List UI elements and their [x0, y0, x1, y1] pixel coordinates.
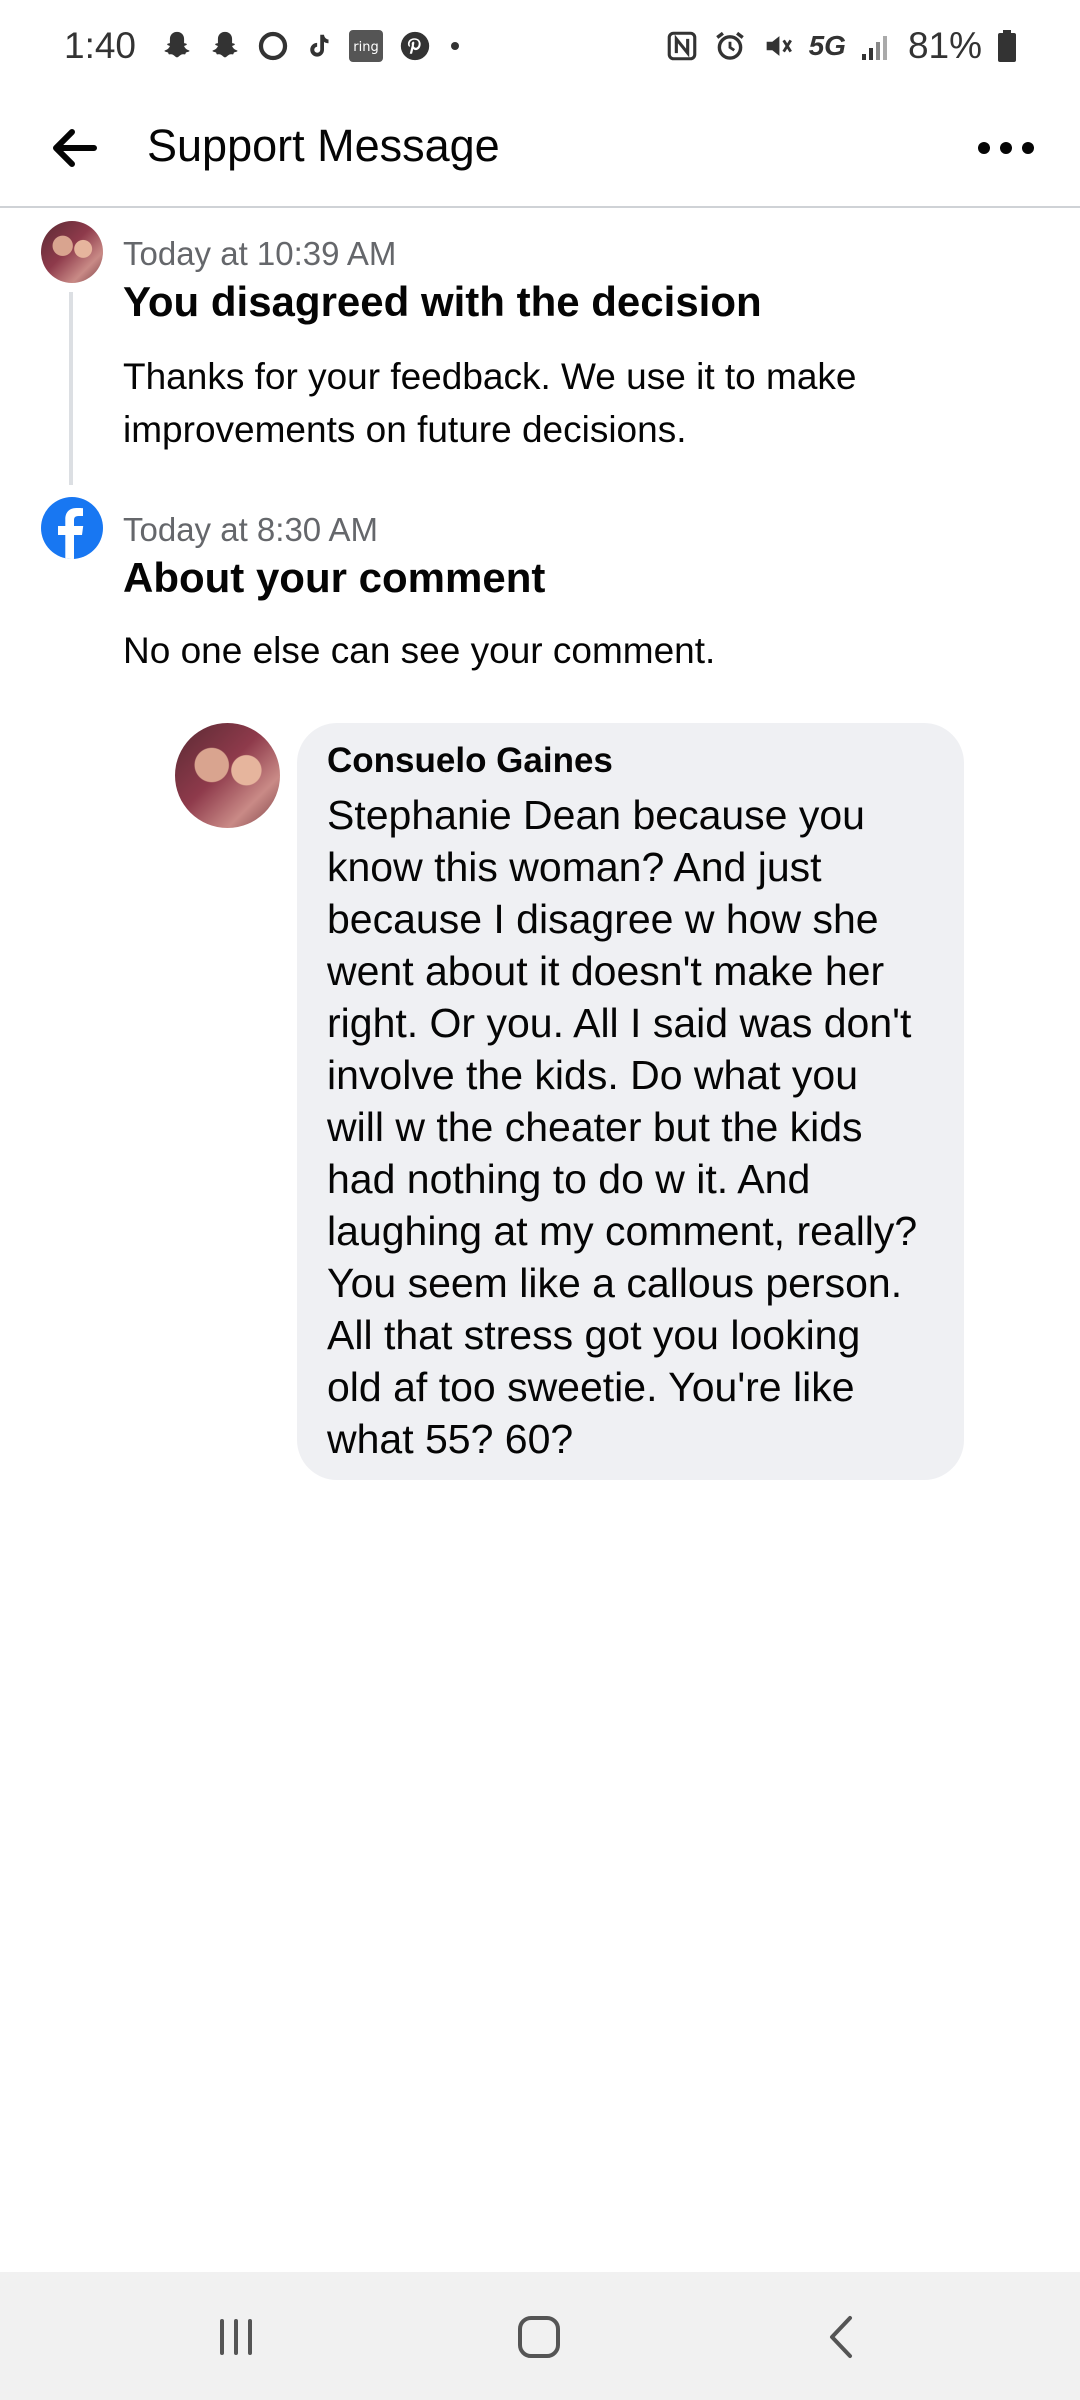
- mute-icon: [761, 29, 795, 63]
- more-dot-icon: [446, 37, 464, 55]
- snapchat-icon: [160, 29, 194, 63]
- home-icon: [518, 2316, 560, 2358]
- page-title: Support Message: [147, 120, 500, 171]
- user-avatar: [41, 221, 103, 283]
- message-timestamp: Today at 8:30 AM: [123, 511, 378, 548]
- message-heading: About your comment: [123, 554, 546, 601]
- pinterest-icon: [398, 29, 432, 63]
- back-arrow-icon: [53, 129, 97, 167]
- clock: 1:40: [64, 25, 137, 66]
- nfc-icon: [665, 29, 699, 63]
- ring-label: ring: [353, 40, 378, 55]
- status-bar-left: 1:40 ring: [64, 25, 464, 67]
- back-nav-button[interactable]: [801, 2302, 881, 2372]
- status-bar: 1:40 ring 5G 81%: [0, 0, 1080, 92]
- app-header: Support Message: [0, 92, 1080, 208]
- facebook-logo-icon: [41, 497, 103, 559]
- more-dots-icon: [978, 142, 1034, 154]
- back-chevron-icon: [830, 2316, 852, 2358]
- back-button[interactable]: [44, 118, 104, 178]
- alarm-icon: [713, 29, 747, 63]
- status-bar-right: 5G 81%: [665, 25, 1018, 67]
- signal-icon: [860, 30, 894, 62]
- tiktok-icon: [304, 30, 334, 62]
- thread-connector-line: [69, 292, 73, 485]
- message-heading: You disagreed with the decision: [123, 278, 762, 325]
- recent-apps-icon: [220, 2319, 252, 2355]
- comment-bubble: Consuelo Gaines Stephanie Dean because y…: [297, 723, 964, 1480]
- recent-apps-button[interactable]: [196, 2302, 276, 2372]
- battery-icon: [996, 29, 1018, 63]
- circle-app-icon: [256, 29, 290, 63]
- comment-text: Stephanie Dean because you know this wom…: [327, 792, 918, 1462]
- comment-author-avatar: [175, 723, 280, 828]
- battery-percent: 81%: [907, 25, 982, 66]
- ring-icon: ring: [348, 29, 384, 63]
- home-button[interactable]: [499, 2302, 579, 2372]
- snapchat-icon: [208, 29, 242, 63]
- more-options-button[interactable]: [966, 118, 1046, 178]
- message-body: Thanks for your feedback. We use it to m…: [123, 356, 857, 450]
- network-label: 5G: [808, 30, 846, 61]
- system-navigation-bar: [0, 2272, 1080, 2400]
- message-timestamp: Today at 10:39 AM: [123, 235, 397, 272]
- comment-author-name: Consuelo Gaines: [327, 741, 613, 780]
- message-body: No one else can see your comment.: [123, 630, 716, 671]
